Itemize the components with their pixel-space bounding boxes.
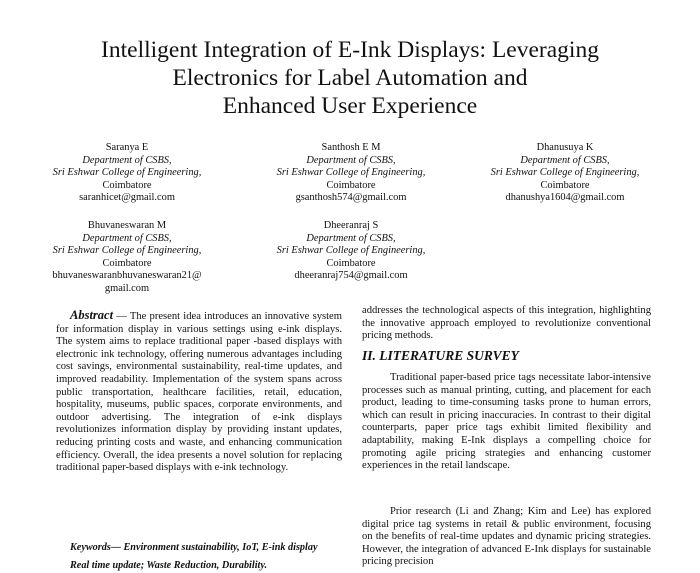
author-name: Dhanusuya K: [536, 142, 594, 153]
author-college: Sri Eshwar College of Engineering,: [52, 167, 202, 179]
author-name: Dheeranraj S: [323, 220, 379, 231]
abstract: Abstract — The present idea introduces a…: [56, 309, 342, 475]
abstract-heading: Abstract: [70, 308, 114, 322]
author-dept: Department of CSBS,: [520, 154, 610, 166]
title-line: Intelligent Integration of E-Ink Display…: [101, 37, 599, 63]
keywords-line: Real time update; Waste Reduction, Durab…: [70, 560, 268, 571]
author-block: Saranya E Department of CSBS, Sri Eshwar…: [22, 142, 232, 205]
author-college: Sri Eshwar College of Engineering,: [490, 167, 640, 179]
literature-para-1: Traditional paper-based price tags neces…: [362, 372, 651, 473]
author-name: Bhuvaneswaran M: [87, 220, 167, 231]
author-email: bhuvaneswaranbhuvaneswaran21@: [52, 270, 202, 282]
author-city: Coimbatore: [102, 179, 152, 191]
author-dept: Department of CSBS,: [306, 154, 396, 166]
section-heading: II. LITERATURE SURVEY: [362, 348, 519, 363]
author-block: Santhosh E M Department of CSBS, Sri Esh…: [246, 142, 456, 205]
right-intro: addresses the technological aspects of t…: [362, 305, 651, 343]
keywords-line: Keywords— Environment sustainability, Io…: [70, 542, 318, 553]
paragraph: Traditional paper-based price tags neces…: [362, 372, 651, 472]
intro-paragraph: addresses the technological aspects of t…: [362, 305, 651, 342]
literature-para-2: Prior research (Li and Zhang; Kim and Le…: [362, 506, 651, 569]
author-block: Bhuvaneswaran M Department of CSBS, Sri …: [22, 220, 232, 296]
author-college: Sri Eshwar College of Engineering,: [276, 167, 426, 179]
author-college: Sri Eshwar College of Engineering,: [52, 245, 202, 257]
author-email: gmail.com: [104, 282, 150, 294]
author-email: dhanushya1604@gmail.com: [505, 192, 625, 204]
author-name: Saranya E: [105, 142, 149, 153]
author-block: Dhanusuya K Department of CSBS, Sri Eshw…: [460, 142, 670, 205]
paper-title: Intelligent Integration of E-Ink Display…: [30, 36, 670, 120]
author-email: gsanthosh574@gmail.com: [295, 192, 407, 204]
abstract-text: The present idea introduces an innovativ…: [56, 311, 342, 474]
author-block: Dheeranraj S Department of CSBS, Sri Esh…: [246, 220, 456, 283]
author-email: dheeranraj754@gmail.com: [294, 270, 408, 282]
author-city: Coimbatore: [540, 179, 590, 191]
paragraph: Prior research (Li and Zhang; Kim and Le…: [362, 506, 651, 568]
author-college: Sri Eshwar College of Engineering,: [276, 245, 426, 257]
author-dept: Department of CSBS,: [82, 232, 172, 244]
title-line: Enhanced User Experience: [222, 93, 478, 119]
author-city: Coimbatore: [102, 257, 152, 269]
author-city: Coimbatore: [326, 257, 376, 269]
author-name: Santhosh E M: [321, 142, 381, 153]
author-city: Coimbatore: [326, 179, 376, 191]
abstract-dash: —: [113, 311, 130, 322]
title-line: Electronics for Label Automation and: [172, 65, 528, 91]
author-email: saranhicet@gmail.com: [79, 192, 175, 204]
author-dept: Department of CSBS,: [82, 154, 172, 166]
author-dept: Department of CSBS,: [306, 232, 396, 244]
